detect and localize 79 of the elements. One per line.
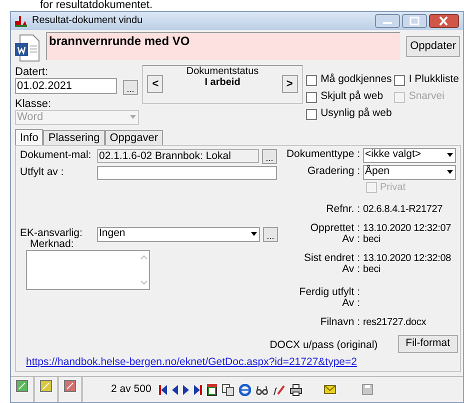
filled-by-field[interactable] — [97, 166, 277, 180]
checkbox[interactable] — [394, 74, 405, 86]
checkbox[interactable] — [306, 92, 317, 103]
envelope-icon[interactable] — [324, 385, 336, 394]
maximize-icon — [402, 14, 427, 28]
status-label: Dokumentstatus — [186, 66, 259, 77]
field-value: beci — [363, 264, 381, 275]
field-label: Ferdig utfylt : — [298, 286, 360, 298]
checkbox-label: I Plukkliste — [408, 72, 459, 88]
title-field[interactable]: brannvernrunde med VO — [46, 32, 400, 60]
calendar-icon[interactable] — [207, 384, 218, 396]
field-label: Av : — [342, 298, 360, 309]
note-icon — [40, 380, 52, 392]
field-value: 13.10.2020 12:32:08 — [363, 252, 451, 264]
date-field[interactable]: 01.02.2021 — [15, 78, 117, 94]
checkbox[interactable] — [306, 74, 317, 86]
minimize-icon — [375, 14, 400, 28]
field-label: Sist endret : — [302, 252, 360, 264]
field-label: Utfylt av : — [20, 165, 65, 180]
grading-dropdown[interactable]: Åpen — [363, 164, 456, 180]
glasses-icon[interactable] — [256, 384, 268, 396]
checkbox-label: Snarvei — [408, 89, 444, 104]
update-button[interactable]: Oppdater — [406, 36, 460, 57]
copy-icon[interactable] — [222, 384, 234, 396]
field-label: Gradering : — [306, 164, 360, 180]
browse-button[interactable]: ... — [262, 148, 277, 164]
first-record-icon[interactable] — [159, 384, 168, 396]
heading-text: for resultatdokumentet. — [40, 0, 153, 11]
field-value: 13.10.2020 12:32:07 — [363, 222, 451, 234]
field-label: Av : — [341, 264, 360, 275]
field-label: Refnr. : — [325, 204, 360, 215]
browse-button[interactable]: ... — [123, 80, 138, 95]
field-label: Dokument-mal: — [20, 148, 92, 164]
ek-responsible-dropdown[interactable]: Ingen — [97, 226, 260, 242]
document-type-dropdown[interactable]: <ikke valgt> — [363, 148, 456, 163]
field-label: Opprettet : — [309, 222, 360, 234]
checkbox-label: Må godkjennes — [320, 72, 392, 88]
format-note: DOCX u/pass (original) — [270, 338, 378, 353]
template-field[interactable]: 02.1.1.6-02 Brannbok: Lokal — [97, 149, 259, 164]
field-label: Datert: — [15, 66, 50, 78]
field-label: Merknad: — [30, 238, 74, 250]
app-logo-icon — [14, 14, 28, 27]
file-format-button[interactable]: Fil-format — [398, 334, 458, 353]
field-value: beci — [363, 234, 381, 245]
next-record-icon[interactable] — [183, 384, 190, 396]
checkbox-label: Skjult på web — [320, 89, 384, 104]
previous-record-icon[interactable] — [172, 384, 178, 396]
pen-icon[interactable] — [273, 384, 286, 396]
field-label: Klasse: — [15, 98, 52, 110]
close-icon — [429, 14, 459, 28]
field-label: Filnavn : — [319, 316, 360, 328]
record-counter: 2 av 500 — [111, 382, 152, 397]
remark-field[interactable] — [26, 250, 150, 290]
field-value: res21727.docx — [363, 316, 426, 328]
field-value: 02.6.8.4.1-R21727 — [363, 204, 442, 215]
field-label: Av : — [342, 234, 360, 245]
word-document-icon — [14, 34, 40, 62]
window-title: Resultat-dokument vindu — [32, 14, 144, 28]
field-label: EK-ansvarlig: — [20, 226, 84, 239]
status-value: I arbeid — [204, 76, 240, 88]
dropdown-arrow-icon — [129, 113, 137, 122]
last-record-icon[interactable] — [194, 384, 202, 396]
next-status-button[interactable]: > — [282, 75, 298, 94]
dropdown-arrow-icon — [250, 230, 258, 238]
checkbox-label: Privat — [380, 181, 406, 196]
class-dropdown: Word — [15, 110, 139, 125]
document-link[interactable]: https://handbok.helse-bergen.no/eknet/GetDoc.aspx?id=21727&type=2 — [26, 354, 357, 370]
tab[interactable]: Oppgaver — [104, 130, 164, 145]
previous-status-button[interactable]: < — [147, 75, 164, 94]
browse-button[interactable]: ... — [263, 226, 278, 242]
save-icon[interactable] — [362, 384, 374, 395]
checkbox-label: Usynlig på web — [320, 106, 392, 122]
checkbox[interactable] — [306, 108, 317, 120]
tab[interactable]: Plassering — [43, 130, 105, 145]
printer-icon[interactable] — [290, 384, 302, 396]
note-icon — [16, 380, 28, 392]
note-icon — [64, 380, 76, 392]
tab[interactable]: Info — [15, 128, 44, 146]
field-label: Dokumenttype : — [285, 147, 360, 162]
